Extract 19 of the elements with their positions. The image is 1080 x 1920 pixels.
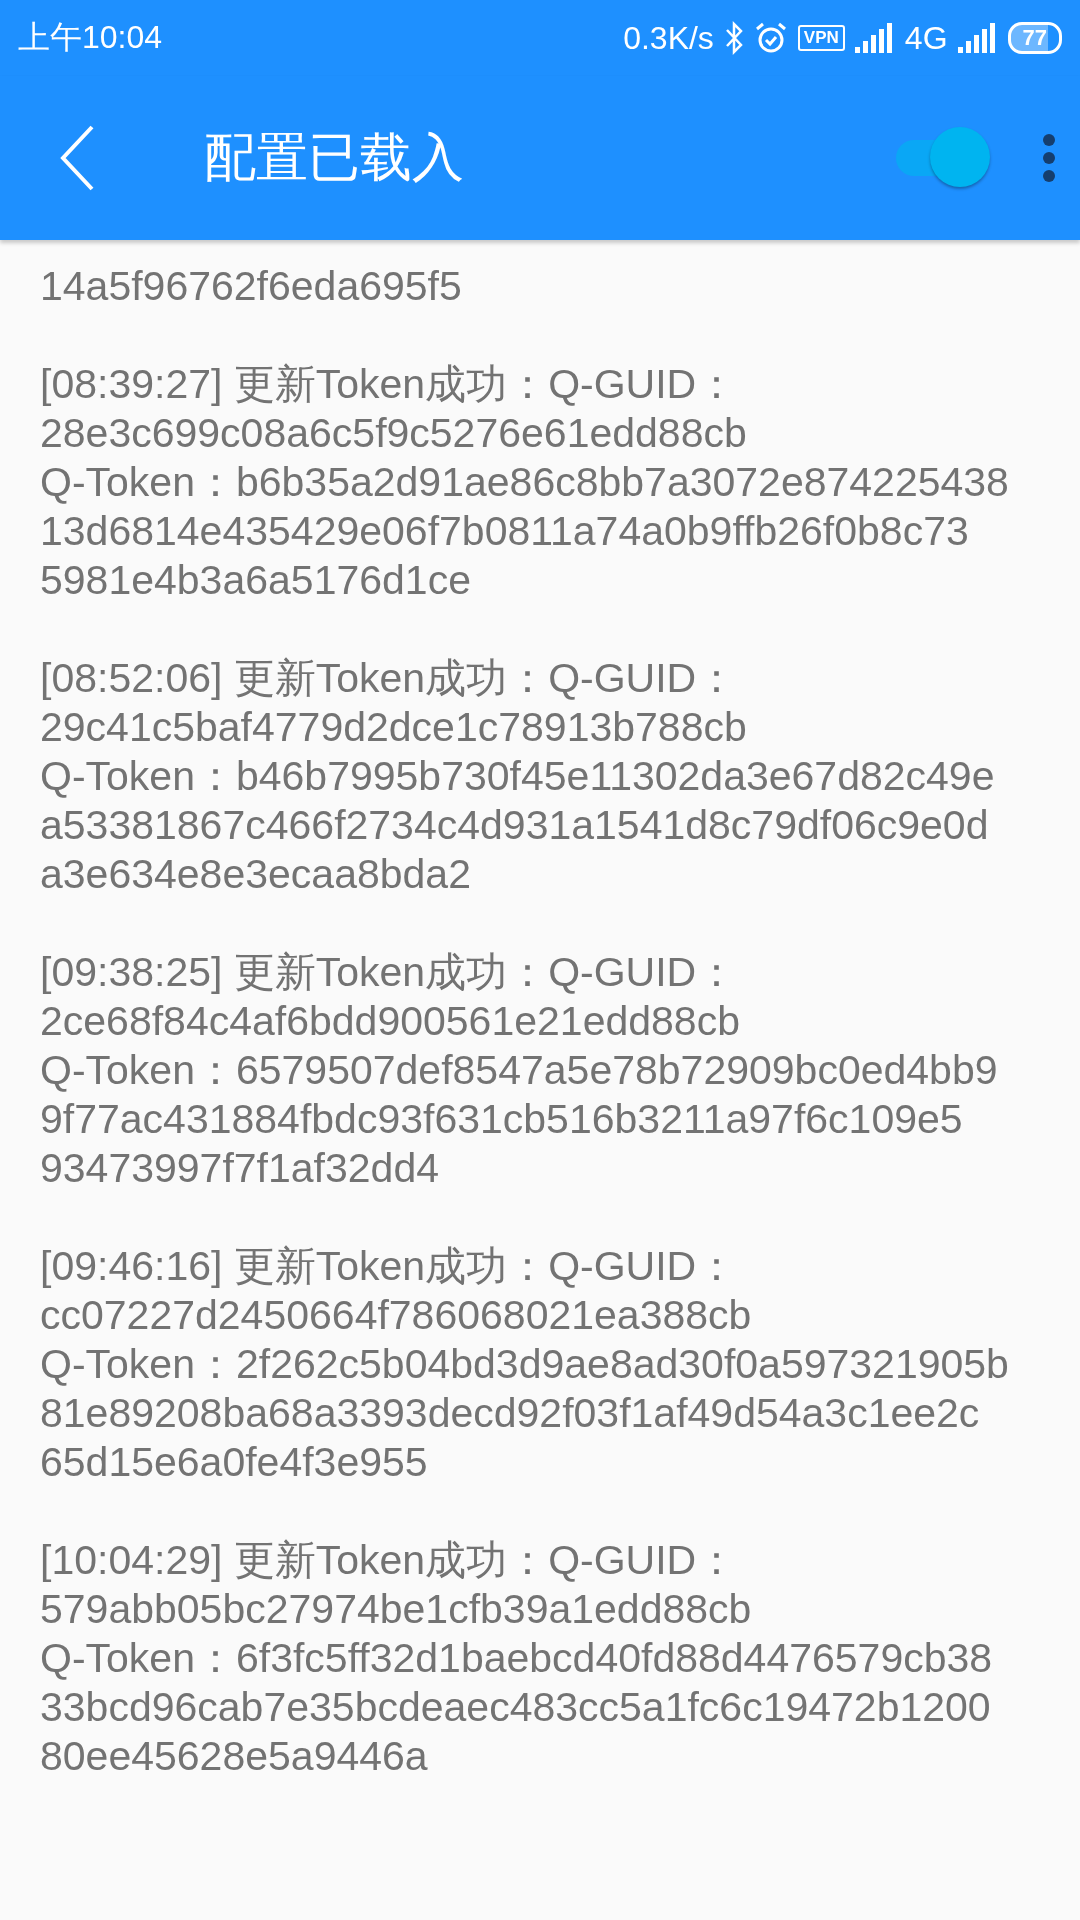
log-entry: [09:38:25] 更新Token成功：Q-GUID： 2ce68f84c4af6bdd900561e21edd88cb Q-Token：6579507def8547a5e78b72909bc0ed4bb9 9f77ac431884fbdc93f631cb516b3211a97f6c109e5 93473997f7f1af32dd4: [40, 948, 999, 1193]
bluetooth-icon: [723, 21, 744, 55]
log-entry: [09:46:16] 更新Token成功：Q-GUID： cc07227d2450664f786068021ea388cb Q-Token：2f262c5b04bd3d9ae8ad30f0a597321905b 81e89208ba68a3393decd92f03f1af49d54a3c1ee2c 65d15e6a0fe4f3e955: [40, 1242, 1010, 1487]
vpn-badge: VPN: [797, 25, 845, 51]
back-icon[interactable]: [60, 125, 94, 191]
log-entry: [08:39:27] 更新Token成功：Q-GUID： 28e3c699c08a6c5f9c5276e61edd88cb Q-Token：b6b35a2d91ae86c8bb7a3072e874225438 13d6814e435429e06f7b0811a74a0b9ffb26f0b8c73 5981e4b3a6a5176d1ce: [40, 360, 1010, 605]
signal-icon: [854, 23, 895, 53]
status-time: 上午10:04: [18, 18, 163, 57]
network-speed: 0.3K/s: [623, 19, 714, 57]
alarm-icon: [753, 21, 788, 55]
more-icon[interactable]: [1042, 133, 1056, 183]
log-entry: [08:52:06] 更新Token成功：Q-GUID： 29c41c5baf4779d2dce1c78913b788cb Q-Token：b46b7995b730f45e11302da3e67d82c49e a53381867c466f2734c4d931a1541d8c79df06c9e0d a3e634e8e3ecaa8bda2: [40, 654, 996, 899]
network-type: 4G: [904, 19, 948, 57]
signal-icon: [957, 23, 998, 53]
page-title: 配置已载入: [204, 127, 464, 188]
battery-indicator: 77: [1007, 22, 1062, 54]
log-entry: [10:04:29] 更新Token成功：Q-GUID： 579abb05bc27974be1cfb39a1edd88cb Q-Token：6f3fc5ff32d1baebcd40fd88d4476579cb38 33bcd96cab7e35bcdeaec483cc5a1fc6c19472b1200 80ee45628e5a9446a: [40, 1536, 994, 1781]
log-entry: 14a5f96762f6eda695f5: [40, 262, 463, 311]
toggle-switch[interactable]: [896, 127, 992, 189]
